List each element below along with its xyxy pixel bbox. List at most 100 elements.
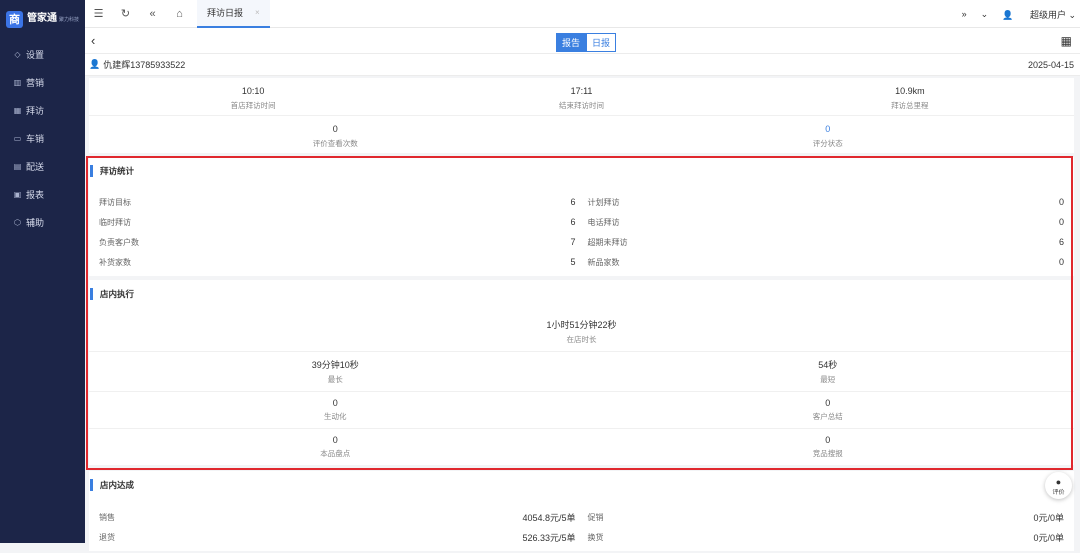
sidebar: 商 管家通 聚力科技 ◇ 设置 ▥ 营销 ▦ 拜访 ▭ 车销 ▤ 配送 ▣ 报表 ⬡ 辅助: [0, 0, 85, 543]
stat-end-visit: 17:11 结束拜访时间: [417, 86, 745, 111]
label: 负责客户数: [99, 237, 139, 247]
grid-cell: 负责客户数 7: [93, 232, 582, 252]
view-switch: 报告 日报: [556, 33, 617, 52]
menu-icon[interactable]: ☰: [85, 7, 112, 20]
collapse-icon[interactable]: «: [139, 8, 166, 20]
value: 0: [825, 435, 831, 445]
label: 促销: [587, 512, 604, 522]
shield-icon: ⬡: [14, 217, 21, 227]
sidebar-item-assist[interactable]: ⬡ 辅助: [0, 208, 85, 236]
stat-shortest: 54秒最短: [582, 358, 1075, 385]
sidebar-item-label: 配送: [26, 161, 45, 172]
sidebar-item-delivery[interactable]: ▤ 配送: [0, 152, 85, 180]
sidebar-item-visit[interactable]: ▦ 拜访: [0, 96, 85, 124]
report-icon: ▣: [13, 189, 22, 199]
label: 评分状态: [812, 139, 843, 148]
visit-stats-card: 拜访统计 拜访目标 6 计划拜访 0 临时拜访 6 电话拜访 0 负责客户数 7 超期未拜…: [89, 157, 1074, 276]
topbar: ☰ ↻ « ⌂ 拜访日报 × » ⌄ 👤 超级用户 ⌄: [85, 0, 1080, 28]
app-logo[interactable]: 商 管家通 聚力科技: [0, 0, 85, 38]
tab-label: 拜访日报: [207, 8, 244, 18]
label: 生动化: [324, 412, 347, 421]
user-name-phone: 仇建辉13785933522: [103, 60, 186, 70]
value: 5: [570, 257, 576, 267]
sidebar-item-carsales[interactable]: ▭ 车销: [0, 124, 85, 152]
label: 超期未拜访: [587, 237, 628, 247]
value: 10:10: [241, 86, 265, 96]
truck-icon: ▭: [13, 133, 22, 143]
label: 新品家数: [587, 257, 620, 267]
grid-cell: 退货 526.33元/5单: [93, 527, 582, 547]
value: 4054.8元/5单: [522, 512, 576, 523]
stat-competitor: 0 竞品搜报: [582, 435, 1075, 459]
rate-button[interactable]: ● 评价: [1045, 472, 1072, 499]
stat-first-visit: 10:10 首店拜访时间: [89, 86, 417, 111]
stat-vivid: 0 生动化: [89, 398, 582, 422]
topbar-right: » ⌄ 👤 超级用户 ⌄: [948, 0, 1080, 28]
user-name: 超级用户: [1029, 9, 1066, 20]
visit-icon: ▦: [13, 105, 22, 115]
value: 6: [1058, 237, 1064, 247]
sidebar-item-settings[interactable]: ◇ 设置: [0, 40, 85, 68]
seg-report-button[interactable]: 报告: [556, 33, 587, 52]
sidebar-item-label: 设置: [26, 49, 45, 60]
sidebar-item-marketing[interactable]: ▥ 营销: [0, 68, 85, 96]
section-title: 拜访统计: [90, 165, 1074, 177]
close-icon[interactable]: ×: [255, 8, 260, 17]
value: 17:11: [570, 86, 593, 96]
sidebar-item-label: 拜访: [26, 105, 45, 116]
value: 0: [825, 398, 831, 408]
label: 本品盘点: [320, 449, 351, 458]
sidebar-item-label: 车销: [26, 133, 45, 144]
user-menu[interactable]: 👤 超级用户 ⌄: [1002, 8, 1076, 21]
user-info: 👤 仇建辉13785933522: [89, 58, 185, 71]
value: 0: [1058, 257, 1064, 267]
store-exec-card: 店内执行 1小时51分钟22秒 在店时长 39分钟10秒 最长 54秒 最短 0 生动化…: [89, 280, 1074, 465]
chart-icon: ▥: [13, 77, 22, 87]
label: 最短: [820, 375, 836, 384]
home-icon[interactable]: ⌂: [166, 8, 193, 20]
logo-text: 管家通: [27, 14, 57, 24]
main-area: ☰ ↻ « ⌂ 拜访日报 × » ⌄ 👤 超级用户 ⌄ ‹ 报告 日报 ▦ 👤 仇建…: [85, 0, 1080, 551]
value: 54秒: [818, 360, 838, 370]
content: 10:10 首店拜访时间 17:11 结束拜访时间 10.9km 拜访总里程 0 评价查…: [89, 78, 1074, 553]
value: 39分钟10秒: [311, 360, 359, 370]
value: 0: [332, 124, 338, 134]
value: 0: [1058, 197, 1064, 207]
grid-cell: 新品家数 0: [582, 252, 1071, 272]
value: 6: [570, 197, 576, 207]
value: 7: [570, 237, 576, 247]
subbar: ‹ 报告 日报 ▦: [85, 28, 1080, 54]
seg-daily-button[interactable]: 日报: [586, 33, 617, 52]
label: 拜访目标: [99, 197, 131, 207]
refresh-icon[interactable]: ↻: [112, 7, 139, 20]
person-icon: 👤: [89, 59, 101, 69]
stat-score-status[interactable]: 0 评分状态: [582, 124, 1075, 149]
stat-customer-summary: 0 客户总结: [582, 398, 1075, 422]
value: 0元/0单: [1033, 532, 1064, 543]
grid-cell: 电话拜访 0: [582, 212, 1071, 232]
value: 0: [332, 435, 338, 445]
logo-title: 管家通: [27, 13, 57, 24]
stat-mileage: 10.9km 拜访总里程: [746, 86, 1074, 111]
value: 0: [332, 398, 338, 408]
tab-visit-daily[interactable]: 拜访日报 ×: [197, 0, 270, 28]
value: 6: [570, 217, 576, 227]
chevron-down-icon[interactable]: ⌄: [981, 9, 989, 20]
label: 最长: [327, 375, 343, 384]
value: 0: [1058, 217, 1064, 227]
value: 1小时51分钟22秒: [546, 320, 617, 330]
sidebar-item-report[interactable]: ▣ 报表: [0, 180, 85, 208]
calendar-icon[interactable]: ▦: [1061, 34, 1072, 48]
section-title: 店内达成: [90, 479, 1074, 491]
back-icon[interactable]: ‹: [91, 33, 95, 48]
summary-card: 10:10 首店拜访时间 17:11 结束拜访时间 10.9km 拜访总里程 0 评价查…: [89, 78, 1074, 153]
grid-cell: 销售 4054.8元/5单: [93, 507, 582, 527]
stat-longest: 39分钟10秒 最长: [89, 358, 582, 385]
userbar: 👤 仇建辉13785933522 2025-04-15: [85, 54, 1080, 76]
expand-icon[interactable]: »: [962, 9, 967, 19]
logo-icon: 商: [6, 10, 23, 28]
value: 0: [825, 124, 831, 134]
stat-inventory: 0 本品盘点: [89, 435, 582, 459]
grid-cell: 补货家数 5: [93, 252, 582, 272]
section-title: 店内执行: [90, 288, 1074, 300]
